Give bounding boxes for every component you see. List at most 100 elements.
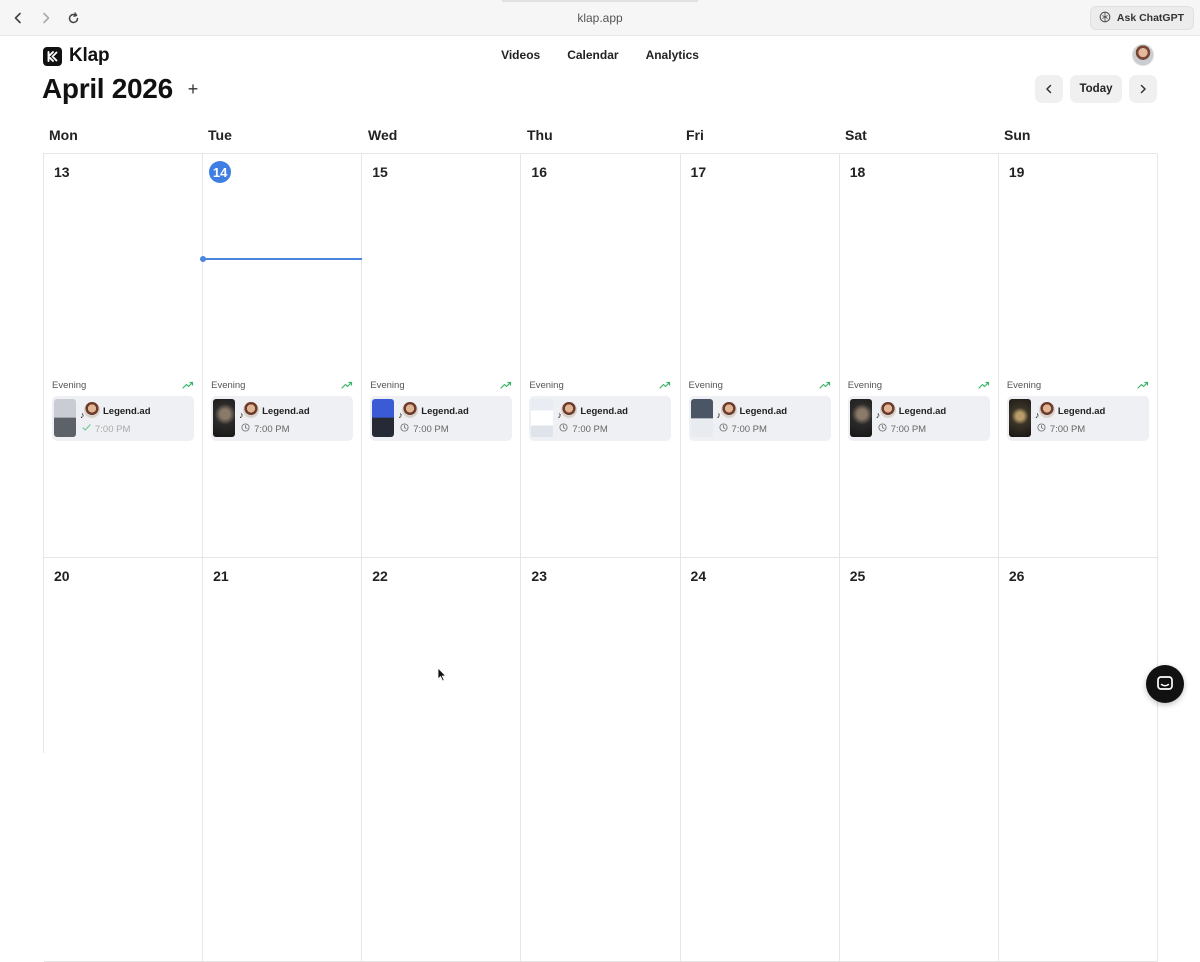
day-number: 21 <box>213 568 229 584</box>
plus-icon: + <box>187 79 199 99</box>
day-cell[interactable]: 13 Evening ♪ Legend.ad 7:00 PM <box>44 154 204 558</box>
day-cell[interactable]: 18 Evening ♪ Legend.ad 7:00 PM <box>839 154 999 558</box>
account-handle: Legend.ad <box>580 405 628 417</box>
chevron-left-icon <box>1046 84 1052 94</box>
video-thumbnail <box>531 399 554 437</box>
tiktok-icon: ♪ <box>1034 410 1040 420</box>
account-info: ♪ Legend.ad <box>239 402 310 420</box>
post-time: 7:00 PM <box>559 423 608 435</box>
slot-label: Evening <box>211 379 246 391</box>
day-cell[interactable]: 17 Evening ♪ Legend.ad 7:00 PM <box>680 154 840 558</box>
post-time: 7:00 PM <box>400 423 449 435</box>
scheduled-post-card[interactable]: ♪ Legend.ad 7:00 PM <box>847 396 990 441</box>
day-cell[interactable]: 21 <box>203 558 363 962</box>
slot-header: Evening <box>529 379 671 391</box>
nav-calendar[interactable]: Calendar <box>567 48 618 62</box>
weekday-header: Sun <box>1004 127 1031 143</box>
post-time: 7:00 PM <box>878 423 926 435</box>
clock-icon <box>1037 423 1046 435</box>
account-avatar: ♪ <box>716 402 737 420</box>
trending-up-icon <box>978 376 990 394</box>
trending-up-icon <box>1137 376 1149 394</box>
day-cell[interactable]: 25 <box>839 558 999 962</box>
trending-up-icon <box>818 376 831 394</box>
weekday-header: Mon <box>49 127 78 143</box>
day-number: 20 <box>54 568 70 584</box>
slot-header: Evening <box>52 379 194 391</box>
support-chat-button[interactable] <box>1146 665 1184 703</box>
day-cell[interactable]: 15 Evening ♪ Legend.ad 7:00 PM <box>362 154 522 558</box>
previous-week-button[interactable] <box>1035 75 1063 103</box>
account-info: ♪ Legend.ad <box>876 402 947 420</box>
post-time-label: 7:00 PM <box>731 423 767 435</box>
ask-chatgpt-label: Ask ChatGPT <box>1116 12 1184 24</box>
post-time-label: 7:00 PM <box>1049 423 1086 435</box>
video-thumbnail <box>372 399 395 437</box>
slot-label: Evening <box>688 379 723 391</box>
slot-header: Evening <box>211 379 353 391</box>
day-number: 23 <box>531 568 547 584</box>
post-time: 7:00 PM <box>718 423 767 435</box>
time-slot: Evening ♪ Legend.ad 7:00 PM <box>211 379 354 441</box>
next-week-button[interactable] <box>1129 75 1157 103</box>
today-date-badge: 14 <box>209 161 232 183</box>
current-time-line <box>203 258 363 260</box>
scheduled-post-card[interactable]: ♪ Legend.ad 7:00 PM <box>1006 396 1149 441</box>
day-cell[interactable]: 19 Evening ♪ Legend.ad 7:00 PM <box>998 154 1158 558</box>
tiktok-icon: ♪ <box>716 410 722 420</box>
weekday-header: Sat <box>845 127 867 143</box>
day-cell[interactable]: 14 Evening ♪ Legend.ad 7:00 PM <box>200 154 363 558</box>
scheduled-post-card[interactable]: ♪ Legend.ad 7:00 PM <box>52 396 194 441</box>
post-time: 7:00 PM <box>241 423 290 435</box>
account-handle: Legend.ad <box>103 405 151 417</box>
address-bar[interactable]: klap.app <box>0 11 1200 25</box>
nav-analytics[interactable]: Analytics <box>646 48 699 62</box>
slot-label: Evening <box>1006 379 1042 391</box>
today-button[interactable]: Today <box>1070 75 1122 103</box>
tiktok-icon: ♪ <box>557 410 562 420</box>
post-time-label: 7:00 PM <box>254 423 290 435</box>
tiktok-icon: ♪ <box>398 410 403 420</box>
ask-chatgpt-button[interactable]: Ask ChatGPT <box>1089 6 1194 30</box>
active-tab-indicator <box>502 0 698 2</box>
clock-icon <box>878 423 887 435</box>
day-number: 13 <box>54 164 70 180</box>
weekday-header: Tue <box>208 127 232 143</box>
slot-label: Evening <box>529 379 564 391</box>
slot-label: Evening <box>847 379 883 391</box>
day-number: 17 <box>690 164 707 180</box>
page-title: April 2026 <box>42 73 173 104</box>
weekday-header: Fri <box>686 127 704 143</box>
check-icon <box>82 423 91 435</box>
slot-header: Evening <box>1007 379 1149 391</box>
day-cell[interactable]: 20 <box>44 558 204 962</box>
clock-icon <box>559 423 568 435</box>
scheduled-post-card[interactable]: ♪ Legend.ad 7:00 PM <box>370 396 513 441</box>
video-thumbnail <box>690 399 713 437</box>
day-cell[interactable]: 26 <box>998 558 1158 962</box>
account-handle: Legend.ad <box>1057 405 1106 417</box>
account-handle: Legend.ad <box>898 405 947 417</box>
day-cell[interactable]: 23 <box>521 558 681 962</box>
nav-videos[interactable]: Videos <box>501 48 540 62</box>
scheduled-post-card[interactable]: ♪ Legend.ad 7:00 PM <box>211 396 354 441</box>
slot-label: Evening <box>52 379 87 391</box>
trending-up-icon <box>182 376 194 394</box>
post-time-label: 7:00 PM <box>572 423 608 435</box>
clock-icon <box>400 423 409 435</box>
day-cell[interactable]: 24 <box>680 558 840 962</box>
scheduled-post-card[interactable]: ♪ Legend.ad 7:00 PM <box>688 396 831 441</box>
video-thumbnail <box>1008 399 1031 437</box>
account-avatar: ♪ <box>557 402 578 420</box>
day-cell[interactable]: 16 Evening ♪ Legend.ad 7:00 PM <box>521 154 681 558</box>
day-number: 25 <box>849 568 866 584</box>
add-post-button[interactable]: + <box>184 80 202 98</box>
day-number: 15 <box>372 164 388 180</box>
user-avatar[interactable] <box>1132 44 1154 66</box>
post-time-label: 7:00 PM <box>890 423 927 435</box>
weekday-header: Thu <box>527 127 553 143</box>
video-thumbnail <box>213 399 236 437</box>
current-time-dot <box>200 256 207 262</box>
day-cell[interactable]: 22 <box>362 558 522 962</box>
scheduled-post-card[interactable]: ♪ Legend.ad 7:00 PM <box>529 396 672 441</box>
